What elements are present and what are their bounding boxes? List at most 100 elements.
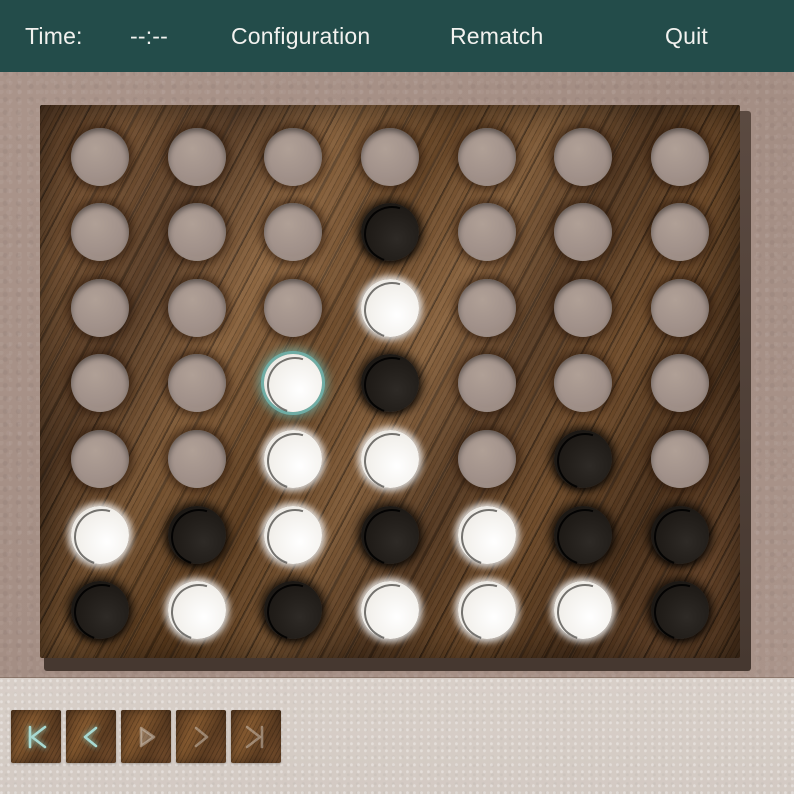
game-window: Time: --:-- Configuration Rematch Quit P… — [0, 0, 794, 794]
board-cell[interactable] — [149, 497, 246, 573]
board-cell[interactable] — [438, 346, 535, 422]
empty-slot — [457, 430, 516, 489]
empty-slot — [554, 127, 613, 186]
empty-slot — [167, 430, 226, 489]
board-cell[interactable] — [535, 270, 632, 346]
empty-slot — [457, 278, 516, 337]
board-cell[interactable] — [438, 119, 535, 195]
board-cell[interactable] — [342, 195, 439, 271]
empty-slot — [71, 354, 130, 413]
empty-slot — [650, 430, 709, 489]
board-cell[interactable] — [149, 346, 246, 422]
board-cell[interactable] — [149, 270, 246, 346]
board-cell[interactable] — [631, 497, 728, 573]
board-grid[interactable] — [40, 105, 740, 658]
board-cell[interactable] — [149, 119, 246, 195]
rematch-menu-item[interactable]: Rematch — [450, 0, 543, 72]
board-cell[interactable] — [52, 421, 149, 497]
step-backward-icon — [76, 722, 106, 752]
player-one-disc — [360, 581, 419, 640]
board-cell[interactable] — [631, 195, 728, 271]
board-cell[interactable] — [631, 270, 728, 346]
board-cell[interactable] — [535, 195, 632, 271]
player-two-disc — [360, 203, 419, 262]
empty-slot — [457, 127, 516, 186]
board-cell[interactable] — [342, 119, 439, 195]
board-cell[interactable] — [52, 195, 149, 271]
empty-slot — [264, 203, 323, 262]
playback-controls — [11, 710, 281, 763]
quit-menu-item[interactable]: Quit — [665, 0, 708, 72]
board-cell[interactable] — [245, 346, 342, 422]
board-cell[interactable] — [342, 421, 439, 497]
board-cell[interactable] — [149, 421, 246, 497]
board-cell[interactable] — [535, 421, 632, 497]
board-cell[interactable] — [438, 421, 535, 497]
board-cell[interactable] — [631, 572, 728, 648]
board-cell[interactable] — [631, 346, 728, 422]
empty-slot — [650, 127, 709, 186]
board-cell[interactable] — [245, 421, 342, 497]
board-cell[interactable] — [245, 572, 342, 648]
board-cell[interactable] — [52, 119, 149, 195]
board-cell[interactable] — [52, 346, 149, 422]
skip-to-start-button[interactable] — [11, 710, 61, 763]
board-cell[interactable] — [342, 346, 439, 422]
board-cell[interactable] — [245, 195, 342, 271]
player-one-disc — [457, 505, 516, 564]
empty-slot — [650, 203, 709, 262]
board-cell[interactable] — [438, 270, 535, 346]
empty-slot — [167, 203, 226, 262]
board-cell[interactable] — [438, 195, 535, 271]
player-two-disc — [554, 430, 613, 489]
board-cell[interactable] — [535, 497, 632, 573]
top-menu-bar: Time: --:-- Configuration Rematch Quit — [0, 0, 794, 72]
board-cell[interactable] — [535, 572, 632, 648]
board-cell[interactable] — [631, 421, 728, 497]
step-backward-button[interactable] — [66, 710, 116, 763]
board-cell[interactable] — [245, 270, 342, 346]
board-cell[interactable] — [438, 572, 535, 648]
empty-slot — [71, 278, 130, 337]
player-two-disc — [650, 505, 709, 564]
empty-slot — [457, 203, 516, 262]
board-cell[interactable] — [149, 572, 246, 648]
player-one-disc — [264, 505, 323, 564]
empty-slot — [71, 127, 130, 186]
empty-slot — [554, 278, 613, 337]
board-cell[interactable] — [631, 119, 728, 195]
board-cell[interactable] — [438, 497, 535, 573]
skip-forward-icon — [241, 722, 271, 752]
board-cell[interactable] — [245, 119, 342, 195]
board-cell[interactable] — [342, 270, 439, 346]
empty-slot — [554, 203, 613, 262]
board-cell[interactable] — [245, 497, 342, 573]
step-forward-button — [176, 710, 226, 763]
player-one-disc — [554, 581, 613, 640]
player-one-disc — [457, 581, 516, 640]
player-two-disc — [360, 354, 419, 413]
player-two-disc — [71, 581, 130, 640]
board-cell[interactable] — [149, 195, 246, 271]
configuration-menu-item[interactable]: Configuration — [231, 0, 370, 72]
board-cell[interactable] — [52, 270, 149, 346]
bottom-control-bar: Player One (Random) is the winner! — [0, 678, 794, 794]
empty-slot — [457, 354, 516, 413]
skip-to-end-button — [231, 710, 281, 763]
board-cell[interactable] — [535, 346, 632, 422]
board-cell[interactable] — [342, 572, 439, 648]
empty-slot — [167, 354, 226, 413]
step-forward-icon — [186, 722, 216, 752]
board-cell[interactable] — [52, 497, 149, 573]
board-cell[interactable] — [52, 572, 149, 648]
player-two-disc — [360, 505, 419, 564]
connect-four-board[interactable] — [40, 105, 751, 671]
player-one-disc — [71, 505, 130, 564]
highlighted-disc — [264, 354, 323, 413]
skip-backward-icon — [21, 722, 51, 752]
empty-slot — [360, 127, 419, 186]
player-one-disc — [264, 430, 323, 489]
empty-slot — [650, 278, 709, 337]
board-cell[interactable] — [535, 119, 632, 195]
board-cell[interactable] — [342, 497, 439, 573]
